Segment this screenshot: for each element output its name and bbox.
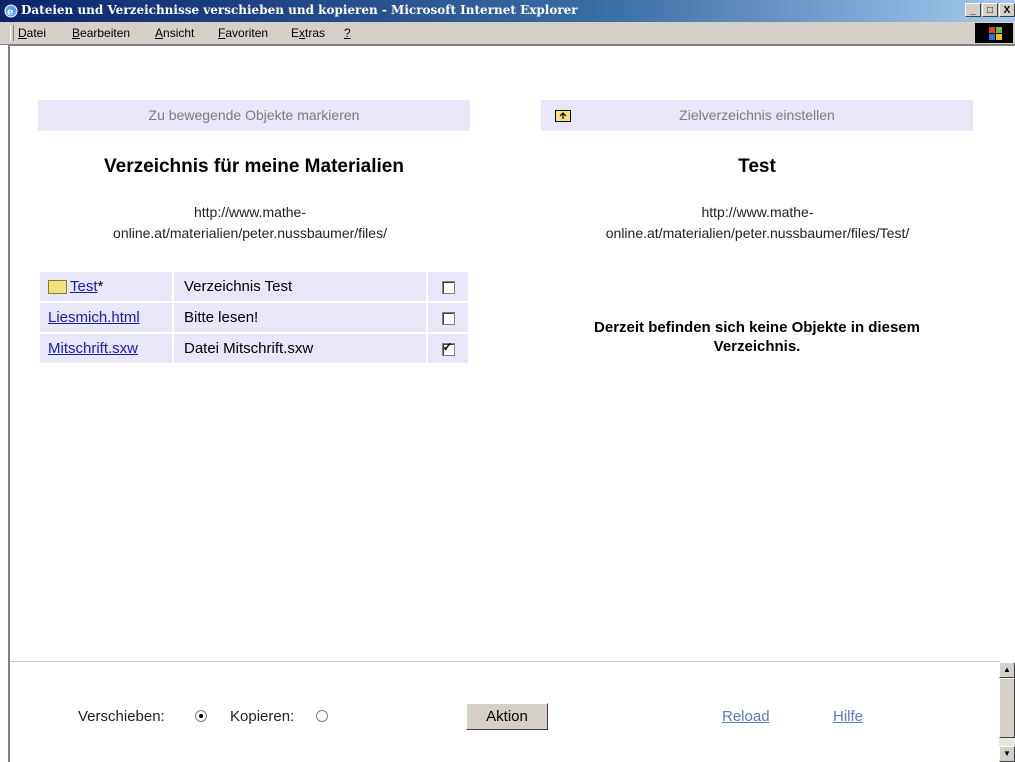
scroll-up-icon[interactable]: ▲ (999, 662, 1015, 678)
menu-extras[interactable]: Extras (291, 26, 325, 40)
source-url-line1: http://www.mathe- (193, 204, 307, 220)
action-button[interactable]: Aktion (466, 703, 548, 730)
target-panel-header-label: Zielverzeichnis einstellen (679, 107, 835, 123)
empty-message-line2: Verzeichnis. (713, 338, 801, 355)
maximize-button[interactable]: □ (982, 3, 998, 17)
modified-marker: * (97, 278, 104, 295)
source-panel-header: Zu bewegende Objekte markieren (38, 100, 470, 131)
file-description: Verzeichnis Test (174, 272, 426, 301)
window-title: Dateien und Verzeichnisse verschieben un… (21, 3, 578, 17)
checkbox-cell (428, 334, 468, 363)
empty-message-line1: Derzeit befinden sich keine Objekte in d… (594, 319, 920, 336)
file-link-test[interactable]: Test (70, 278, 98, 295)
file-description: Bitte lesen! (174, 303, 426, 332)
select-checkbox-liesmich[interactable] (441, 311, 455, 325)
file-list: Test* Verzeichnis Test Liesmich.html Bit… (38, 270, 470, 365)
close-button[interactable]: X (999, 3, 1015, 17)
svg-text:e: e (7, 7, 13, 18)
file-name-cell: Test* (40, 272, 172, 301)
target-url-line2: online.at/materialien/peter.nussbaumer/f… (605, 225, 910, 241)
move-radio-label: Verschieben: (78, 708, 165, 725)
reload-link[interactable]: Reload (722, 708, 770, 725)
file-link-mitschrift[interactable]: Mitschrift.sxw (48, 340, 138, 357)
window-titlebar: e Dateien und Verzeichnisse verschieben … (0, 0, 1015, 22)
file-name-cell: Liesmich.html (40, 303, 172, 332)
source-directory-title: Verzeichnis für meine Materialien (104, 156, 404, 177)
file-description: Datei Mitschrift.sxw (174, 334, 426, 363)
target-directory-url: http://www.mathe- online.at/materialien/… (520, 202, 995, 244)
empty-directory-message: Derzeit befinden sich keine Objekte in d… (541, 318, 973, 356)
bottom-frame-divider (10, 661, 1000, 662)
menu-bearbeiten[interactable]: Bearbeiten (72, 26, 130, 40)
target-url-line1: http://www.mathe- (701, 204, 814, 220)
vertical-scrollbar[interactable]: ▲ ▼ (999, 662, 1015, 762)
internet-explorer-icon: e (4, 4, 18, 18)
select-checkbox-test[interactable] (441, 280, 455, 294)
checkbox-cell (428, 272, 468, 301)
table-row: Mitschrift.sxw Datei Mitschrift.sxw (40, 334, 468, 363)
menu-bar: Datei Bearbeiten Ansicht Favoriten Extra… (0, 22, 1015, 45)
table-row: Test* Verzeichnis Test (40, 272, 468, 301)
source-directory-url: http://www.mathe- online.at/materialien/… (10, 202, 490, 244)
checkbox-cell (428, 303, 468, 332)
menu-favoriten[interactable]: Favoriten (218, 26, 268, 40)
move-radio[interactable] (195, 710, 207, 722)
toolbar-grip (10, 25, 14, 41)
copy-radio-label: Kopieren: (230, 708, 295, 725)
menu-ansicht[interactable]: Ansicht (155, 26, 194, 40)
menu-help[interactable]: ? (344, 26, 351, 40)
table-row: Liesmich.html Bitte lesen! (40, 303, 468, 332)
folder-icon (48, 280, 67, 295)
target-directory-title: Test (738, 156, 776, 177)
minimize-button[interactable]: _ (965, 3, 981, 17)
file-name-cell: Mitschrift.sxw (40, 334, 172, 363)
scroll-thumb[interactable] (999, 678, 1015, 738)
copy-radio[interactable] (316, 710, 328, 722)
select-checkbox-mitschrift[interactable] (441, 340, 455, 356)
scroll-down-icon[interactable]: ▼ (999, 746, 1015, 762)
file-link-liesmich[interactable]: Liesmich.html (48, 309, 140, 326)
page-content-frame (8, 44, 1015, 762)
target-panel-header: Zielverzeichnis einstellen (541, 100, 973, 131)
menu-datei[interactable]: Datei (18, 26, 46, 40)
source-url-line2: online.at/materialien/peter.nussbaumer/f… (113, 225, 387, 241)
parent-folder-icon[interactable] (555, 108, 571, 122)
windows-logo-icon (975, 23, 1013, 43)
help-link[interactable]: Hilfe (833, 708, 863, 725)
